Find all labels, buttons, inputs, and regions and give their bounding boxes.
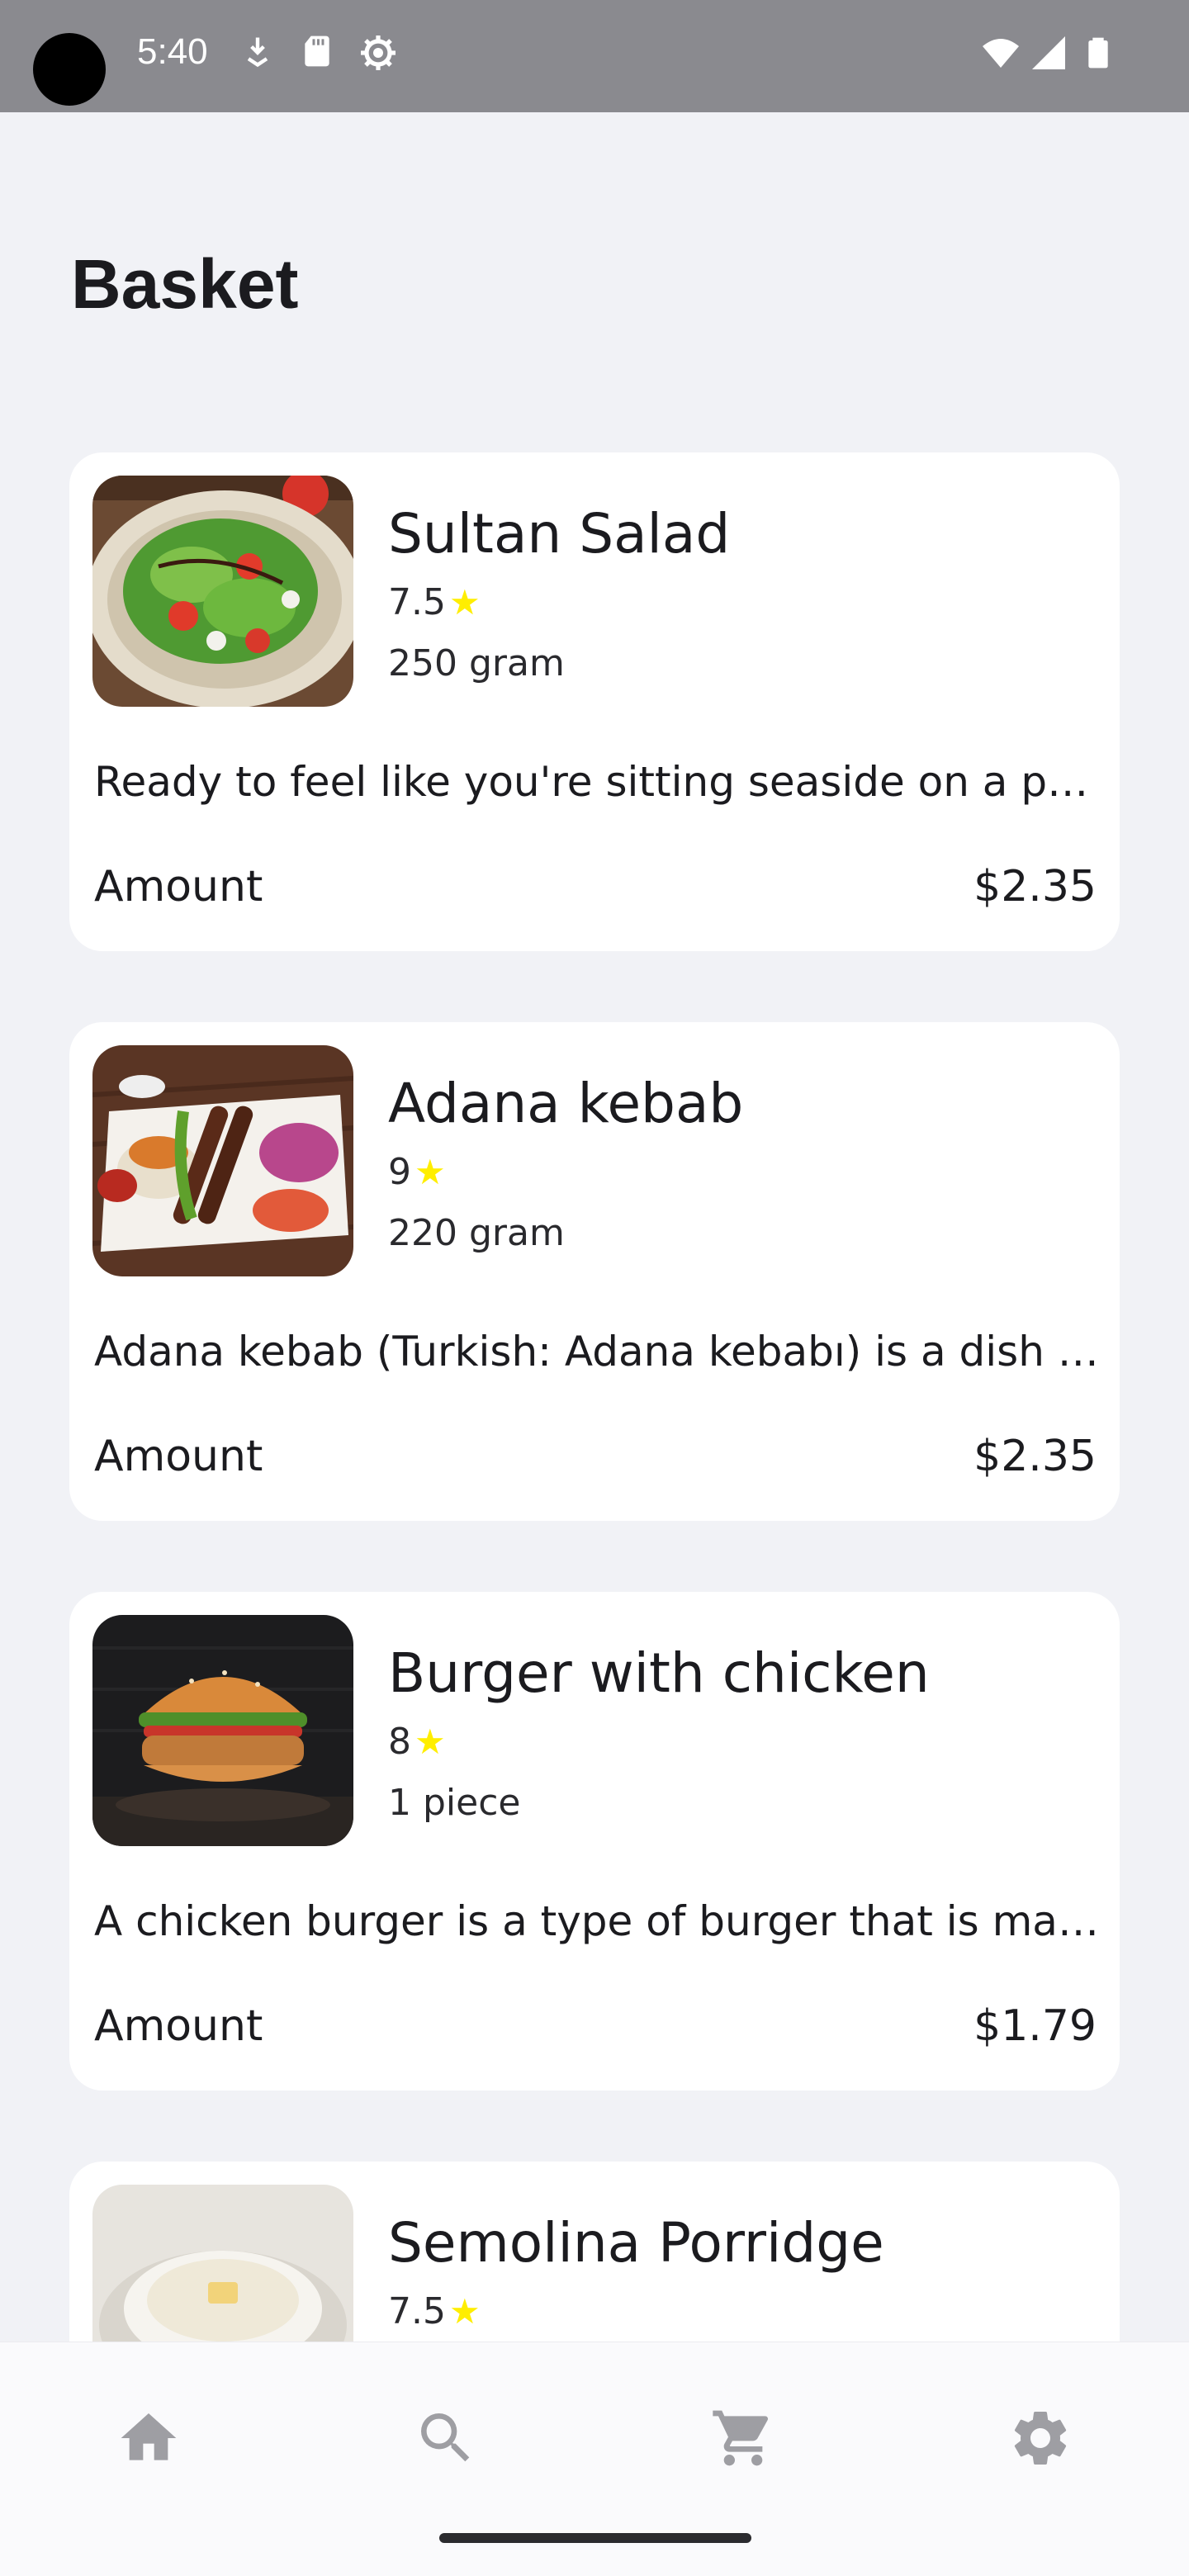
item-price: $2.35 (973, 862, 1097, 912)
rating-value: 8 (388, 1721, 411, 1763)
settings-cog-icon (358, 33, 398, 76)
porridge-photo (92, 2185, 353, 2342)
search-icon (421, 2413, 470, 2462)
salad-photo (92, 476, 353, 707)
item-description: A chicken burger is a type of burger tha… (94, 1897, 1105, 1945)
rating-value: 7.5 (388, 2290, 446, 2332)
download-icon (239, 33, 279, 76)
item-name: Semolina Porridge (388, 2211, 884, 2275)
amount-label: Amount (94, 1432, 263, 1481)
nav-search[interactable] (396, 2389, 495, 2488)
kebab-photo (92, 1045, 353, 1276)
wifi-icon (979, 33, 1019, 76)
item-name: Adana kebab (388, 1072, 744, 1135)
star-icon: ★ (414, 1721, 446, 1762)
item-price: $1.79 (973, 2001, 1097, 2051)
item-name: Sultan Salad (388, 502, 731, 566)
amount-label: Amount (94, 862, 263, 912)
basket-item-card[interactable]: Adana kebab 9 ★ 220 gram Adana kebab (Tu… (69, 1022, 1120, 1521)
home-indicator[interactable] (439, 2533, 751, 2543)
star-icon: ★ (414, 1152, 446, 1192)
basket-item-card[interactable]: Burger with chicken 8 ★ 1 piece A chicke… (69, 1592, 1120, 2091)
item-rating: 7.5 ★ (388, 581, 481, 623)
cart-icon (713, 2410, 769, 2466)
basket-item-card[interactable]: Sultan Salad 7.5 ★ 250 gram Ready to fee… (69, 452, 1120, 951)
item-weight: 220 gram (388, 1212, 565, 1254)
item-description: Ready to feel like you're sitting seasid… (94, 758, 1105, 806)
nav-settings[interactable] (991, 2389, 1090, 2488)
item-rating: 7.5 ★ (388, 2290, 481, 2332)
item-name: Burger with chicken (388, 1641, 930, 1705)
home-icon (121, 2413, 177, 2460)
status-time: 5:40 (137, 31, 208, 72)
rating-value: 7.5 (388, 581, 446, 623)
star-icon: ★ (448, 582, 481, 623)
burger-photo (92, 1615, 353, 1846)
nav-cart[interactable] (694, 2389, 793, 2488)
settings-icon (1014, 2412, 1067, 2465)
camera-cutout (33, 33, 106, 106)
star-icon: ★ (448, 2291, 481, 2332)
item-rating: 8 ★ (388, 1721, 446, 1763)
rating-value: 9 (388, 1151, 411, 1193)
basket-item-card[interactable]: Semolina Porridge 7.5 ★ (69, 2162, 1120, 2342)
item-price: $2.35 (973, 1432, 1097, 1481)
page-title: Basket (71, 245, 299, 323)
status-bar: 5:40 (0, 0, 1189, 112)
amount-label: Amount (94, 2001, 263, 2051)
nav-home[interactable] (99, 2389, 198, 2488)
signal-icon (1029, 33, 1068, 76)
item-description: Adana kebab (Turkish: Adana kebabı) is a… (94, 1328, 1105, 1376)
sd-card-icon (299, 33, 339, 76)
battery-icon (1082, 33, 1121, 76)
item-weight: 250 gram (388, 642, 565, 684)
item-rating: 9 ★ (388, 1151, 446, 1193)
basket-list[interactable]: Sultan Salad 7.5 ★ 250 gram Ready to fee… (69, 452, 1120, 2342)
item-weight: 1 piece (388, 1782, 521, 1824)
